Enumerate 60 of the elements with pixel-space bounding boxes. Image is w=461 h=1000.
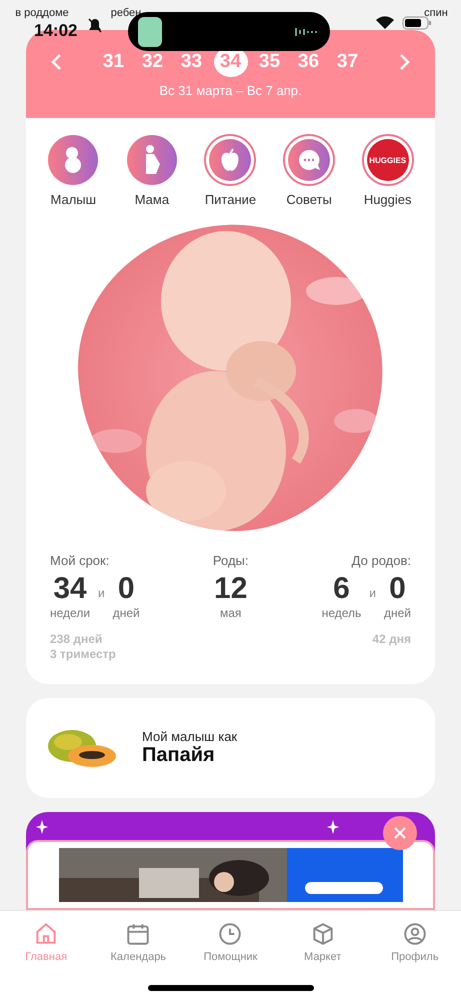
app-icon [138,17,162,47]
chat-bubble-icon [297,148,322,172]
category-label: Советы [286,192,332,207]
stat-number: 6 [333,572,350,606]
stat-note: 3 триместр [50,647,116,662]
story-title[interactable]: спин [424,6,448,20]
fruit-name: Папайя [142,744,216,767]
category-label: Питание [204,192,256,207]
category-label: Малыш [50,192,96,207]
stat-number: 12 [214,572,248,606]
fruit-caption: Мой малыш как [142,729,238,744]
week-number[interactable]: 31 [96,47,130,77]
stat-unit: недели [50,606,90,620]
chevron-left-icon[interactable] [50,53,62,71]
stat-note: 238 дней [50,632,102,647]
wifi-icon [376,16,394,30]
story-title[interactable]: в роддоме [15,6,69,20]
close-button[interactable] [383,816,417,850]
nav-tab[interactable]: Главная [6,921,86,1000]
profile-icon [402,921,428,947]
week-number[interactable]: 33 [174,47,208,77]
category-button[interactable]: HUGGIES [362,134,414,186]
stat-number: 0 [389,572,406,606]
brand-logo: HUGGIES [369,156,406,164]
week-number[interactable]: 32 [136,47,170,77]
stat-unit: мая [220,606,242,620]
category-label: Huggies [364,192,412,207]
stat-title: Мой срок: [50,553,110,568]
clock-icon [217,921,244,947]
nav-tab[interactable]: Маркет [282,921,363,1000]
category-button[interactable] [283,134,336,186]
joiner-text: и [369,586,376,600]
week-date-range: Вс 31 марта – Вс 7 апр. [159,83,302,98]
category-button[interactable] [204,134,256,186]
nav-tab[interactable]: Календарь [98,921,178,1000]
stat-title: До родов: [352,553,411,568]
nav-tab[interactable]: Профиль [374,921,455,1000]
stat-number: 34 [53,572,87,606]
category-label: Мама [134,192,170,207]
week-number[interactable]: 37 [330,47,364,77]
stat-note: 42 дня [372,632,411,647]
chevron-right-icon[interactable] [399,53,411,71]
promo-banner[interactable] [26,812,435,912]
apple-icon [219,148,242,172]
audio-wave-icon [294,26,318,38]
stat-unit: недель [322,606,362,620]
close-icon [393,826,407,840]
stat-unit: дней [112,606,140,620]
status-time: 14:02 [34,21,78,41]
stat-number: 0 [118,572,135,606]
fruit-card[interactable]: Мой малыш как Папайя [26,698,435,798]
battery-icon [402,16,432,30]
nav-tab[interactable]: Помощник [190,921,270,1000]
sparkle-icon [327,820,339,834]
week-number[interactable]: 36 [292,47,326,77]
stat-title: Роды: [212,553,249,568]
sparkle-icon [36,820,48,834]
week-number[interactable]: 35 [252,47,286,77]
joiner-text: и [98,586,105,600]
stat-unit: дней [384,606,411,620]
